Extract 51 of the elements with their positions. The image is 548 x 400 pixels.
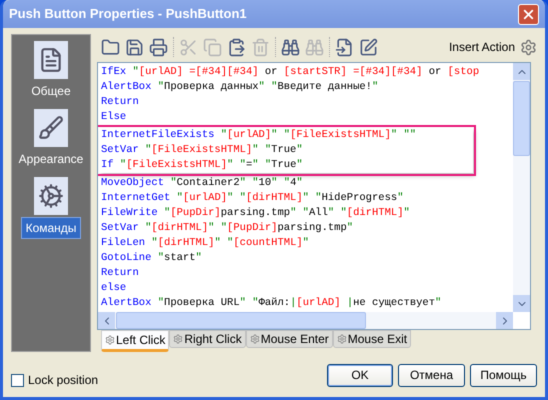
dialog-button[interactable]: OK — [327, 364, 393, 386]
sidebar-item[interactable]: Appearance — [14, 149, 88, 169]
gear-icon — [336, 334, 347, 344]
code-line: Else — [101, 110, 128, 125]
vertical-scrollbar[interactable] — [513, 63, 530, 312]
window-title: Push Button Properties - PushButton1 — [9, 5, 247, 24]
lock-position-checkbox[interactable] — [11, 374, 24, 386]
code-line: SetVar "[dirHTML]" "[PupDir]parsing.tmp" — [101, 221, 354, 236]
code-line: FileLen "[dirHTML]" "[countHTML]" — [101, 236, 310, 251]
code-line: MoveObject "Container2" "10" "4" — [101, 176, 304, 191]
clipboard-icon[interactable] — [227, 38, 246, 56]
lock-position-label[interactable]: Lock position — [28, 371, 98, 389]
dialog-button[interactable]: Помощь — [470, 364, 537, 386]
event-tab[interactable]: Right Click — [169, 330, 246, 348]
scroll-thumb[interactable] — [116, 312, 366, 329]
horizontal-scrollbar[interactable] — [98, 312, 513, 329]
gear-icon — [105, 335, 115, 345]
event-tab[interactable]: Left Click — [101, 330, 170, 352]
gear-icon — [250, 334, 260, 344]
code-line: SetVar "[FileExistsHTML]" "True" — [101, 143, 304, 158]
pen-window-icon[interactable] — [359, 38, 378, 56]
event-tab[interactable]: Mouse Exit — [332, 330, 412, 348]
gear-icon[interactable] — [520, 38, 537, 56]
code-line: Return — [101, 95, 140, 110]
folder-icon[interactable] — [101, 38, 120, 56]
code-line: AlertBox "Проверка URL" "Файл:|[urlAD] |не существует" — [101, 296, 442, 311]
scroll-up-icon[interactable] — [513, 63, 530, 80]
code-line: AlertBox "Проверка данных" "Введите данные!" — [101, 80, 380, 95]
sidebar-item[interactable]: Общее — [27, 81, 75, 101]
save-icon[interactable] — [125, 38, 144, 56]
printer-icon[interactable] — [149, 38, 168, 56]
code-line: FileWrite "[PupDir]parsing.tmp" "All" "[dirHTML]" — [101, 206, 411, 221]
gear-icon — [173, 334, 184, 344]
code-line: If "[FileExistsHTML]" "=" "True" — [101, 158, 304, 173]
sidebar-item[interactable]: Команды — [20, 217, 82, 239]
script-editor[interactable] — [97, 62, 531, 330]
binoculars-icon[interactable] — [281, 38, 300, 56]
scroll-down-icon[interactable] — [513, 295, 530, 312]
code-line: InternetGet "[urlAD]" "[dirHTML]" "HideProgress" — [101, 191, 405, 206]
dialog-button[interactable]: Отмена — [398, 364, 465, 386]
event-tab[interactable]: Mouse Enter — [246, 330, 333, 348]
code-line: InternetFileExists "[urlAD]" "[FileExistsHTML]" "" — [101, 128, 418, 143]
scroll-thumb[interactable] — [513, 81, 530, 156]
code-line: Return — [101, 266, 140, 281]
code-line: IfEx "[urlAD] =[#34][#34] or [startSTR] =[#34][#34] or [stop — [101, 65, 480, 80]
scroll-left-icon[interactable] — [98, 312, 115, 329]
scroll-right-icon[interactable] — [496, 312, 513, 329]
code-line: GotoLine "start" — [101, 251, 203, 266]
insert-action-label[interactable]: Insert Action — [448, 38, 515, 56]
code-line: else — [101, 281, 128, 296]
insert-file-icon[interactable] — [335, 38, 354, 56]
